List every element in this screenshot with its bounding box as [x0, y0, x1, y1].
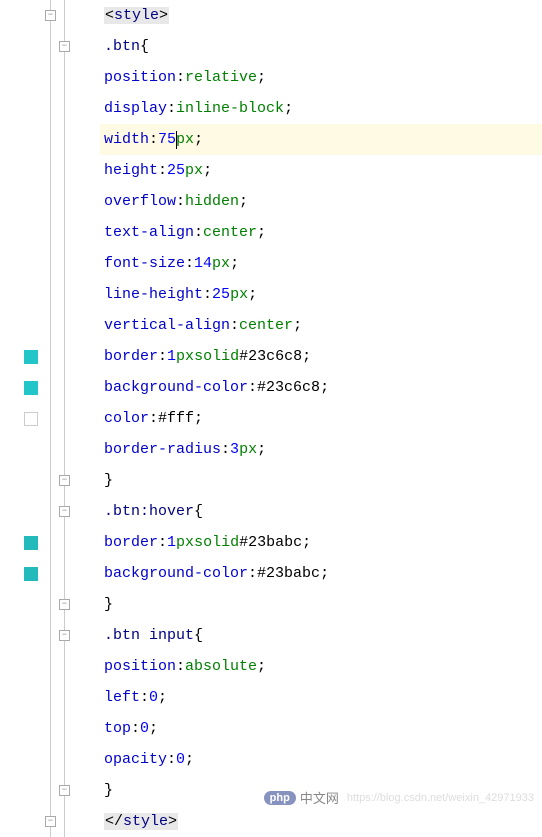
watermark: 中文网 https://blog.csdn.net/weixin_4297193… — [264, 788, 534, 807]
gutter-row — [0, 93, 100, 124]
code-line[interactable]: background-color: #23c6c8; — [104, 372, 542, 403]
gutter-row: − — [0, 465, 100, 496]
gutter-row — [0, 217, 100, 248]
watermark-url: https://blog.csdn.net/weixin_42971933 — [347, 792, 534, 804]
fold-toggle-icon[interactable]: − — [59, 475, 70, 486]
code-line[interactable]: text-align: center; — [104, 217, 542, 248]
code-line[interactable]: width: 75px; — [104, 124, 542, 155]
gutter-row — [0, 527, 100, 558]
gutter-row: − — [0, 31, 100, 62]
fold-toggle-icon[interactable]: − — [59, 506, 70, 517]
code-line[interactable]: background-color: #23babc; — [104, 558, 542, 589]
color-swatch-icon — [24, 536, 38, 550]
gutter-row — [0, 372, 100, 403]
fold-toggle-icon[interactable]: − — [59, 41, 70, 52]
code-line[interactable]: line-height: 25px; — [104, 279, 542, 310]
code-line[interactable]: .btn input{ — [104, 620, 542, 651]
gutter-row: − — [0, 620, 100, 651]
gutter-row — [0, 155, 100, 186]
gutter-row — [0, 651, 100, 682]
gutter-row — [0, 744, 100, 775]
code-editor[interactable]: −−−−−−−− <style> .btn{ position: relativ… — [0, 0, 542, 813]
code-line[interactable]: <style> — [104, 0, 542, 31]
gutter-row — [0, 124, 100, 155]
gutter-row — [0, 713, 100, 744]
gutter-row — [0, 310, 100, 341]
gutter-row: − — [0, 806, 100, 837]
code-line[interactable]: top: 0; — [104, 713, 542, 744]
color-swatch-icon — [24, 567, 38, 581]
code-line[interactable]: opacity: 0; — [104, 744, 542, 775]
gutter-row — [0, 403, 100, 434]
gutter-row — [0, 186, 100, 217]
fold-toggle-icon[interactable]: − — [45, 816, 56, 827]
code-line[interactable]: position: relative; — [104, 62, 542, 93]
gutter-row — [0, 434, 100, 465]
code-line[interactable]: .btn:hover{ — [104, 496, 542, 527]
gutter-row — [0, 558, 100, 589]
gutter-row — [0, 341, 100, 372]
watermark-cn: 中文网 — [300, 788, 339, 807]
gutter-row — [0, 248, 100, 279]
code-line[interactable]: border-radius: 3px; — [104, 434, 542, 465]
code-line[interactable]: } — [104, 465, 542, 496]
code-line[interactable]: </style> — [104, 806, 542, 837]
code-line[interactable]: .btn{ — [104, 31, 542, 62]
gutter: −−−−−−−− — [0, 0, 100, 813]
fold-toggle-icon[interactable]: − — [59, 599, 70, 610]
code-line[interactable]: color:#fff; — [104, 403, 542, 434]
fold-toggle-icon[interactable]: − — [59, 630, 70, 641]
code-line[interactable]: height: 25px; — [104, 155, 542, 186]
code-line[interactable]: font-size: 14px; — [104, 248, 542, 279]
code-line[interactable]: border: 1px solid #23c6c8; — [104, 341, 542, 372]
color-swatch-icon — [24, 350, 38, 364]
color-swatch-icon — [24, 412, 38, 426]
code-line[interactable]: position: absolute; — [104, 651, 542, 682]
code-line[interactable]: left: 0; — [104, 682, 542, 713]
code-area[interactable]: <style> .btn{ position: relative; displa… — [100, 0, 542, 813]
gutter-row — [0, 682, 100, 713]
code-line[interactable]: overflow: hidden; — [104, 186, 542, 217]
php-badge-icon — [264, 791, 296, 805]
gutter-row: − — [0, 496, 100, 527]
gutter-row: − — [0, 589, 100, 620]
code-line[interactable]: border: 1px solid #23babc; — [104, 527, 542, 558]
code-line[interactable]: } — [104, 589, 542, 620]
gutter-row — [0, 62, 100, 93]
fold-toggle-icon[interactable]: − — [45, 10, 56, 21]
gutter-row: − — [0, 0, 100, 31]
code-line[interactable]: vertical-align: center; — [104, 310, 542, 341]
gutter-row — [0, 279, 100, 310]
gutter-row: − — [0, 775, 100, 806]
code-line[interactable]: display: inline-block; — [104, 93, 542, 124]
color-swatch-icon — [24, 381, 38, 395]
fold-toggle-icon[interactable]: − — [59, 785, 70, 796]
